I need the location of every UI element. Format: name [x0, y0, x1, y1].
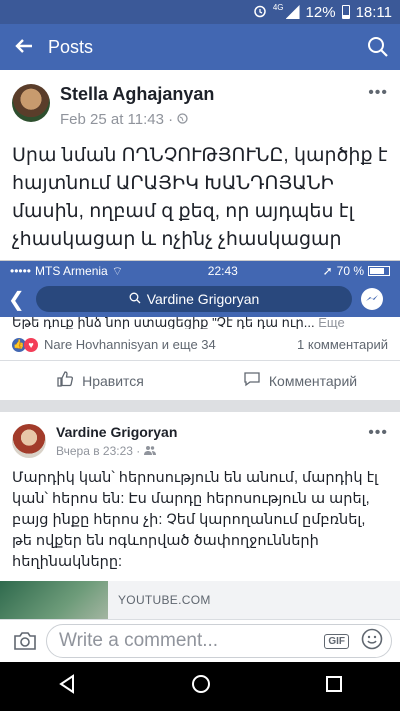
page-title: Posts — [48, 36, 94, 57]
comment-input[interactable]: Write a comment... GIF — [46, 624, 392, 658]
location-icon: ➚ — [322, 264, 333, 278]
post-time-text: Feb 25 at 11:43 — [60, 111, 164, 128]
embedded-like-action: Нравится — [0, 370, 200, 391]
chevron-left-icon: ❮ — [8, 288, 25, 311]
heart-reaction-icon: ♥ — [24, 337, 38, 352]
emoji-icon[interactable] — [361, 628, 383, 655]
embedded-search-text: Vardine Grigoryan — [146, 291, 260, 307]
gif-button[interactable]: GIF — [324, 633, 349, 649]
search-icon — [129, 291, 141, 307]
clock: 18:11 — [355, 3, 392, 21]
embedded-screenshot[interactable]: ••••• MTS Armenia ⌔ 22:43 ➚ 70 % ❮ Vardine … — [0, 260, 400, 619]
lte-indicator: 4G — [272, 2, 284, 12]
embedded-clipped-text: Եթե դուք ինձ նոր ստացեցիք "Չէ դե դա ուր.… — [0, 311, 400, 329]
camera-icon[interactable] — [8, 631, 42, 651]
battery-percent: 12% — [305, 3, 336, 21]
embedded-clip-text: Եթե դուք ինձ նոր ստացեցիք "Չէ դե դա ուր.… — [12, 315, 315, 329]
home-circle-icon[interactable] — [191, 674, 211, 699]
post-author[interactable]: Stella Aghajanyan — [60, 84, 368, 105]
globe-icon — [177, 111, 188, 128]
search-icon[interactable] — [356, 36, 400, 58]
comment-bar: Write a comment... GIF — [0, 619, 400, 662]
signal-dots-icon: ••••• — [10, 264, 32, 278]
arrow-left-icon[interactable] — [0, 34, 48, 60]
avatar[interactable] — [12, 84, 50, 122]
more-options-icon[interactable]: ••• — [368, 84, 388, 102]
embedded-reactions: 👍 ♥ Nare Hovhannisyan и еще 34 1 коммент… — [0, 329, 400, 360]
separator-dot: · — [168, 111, 174, 128]
embedded-comment-action: Комментарий — [200, 370, 400, 391]
embedded-comment-count: 1 комментарий — [297, 337, 388, 352]
feed[interactable]: Stella Aghajanyan Feb 25 at 11:43 · ••• … — [0, 70, 400, 619]
post-card: Stella Aghajanyan Feb 25 at 11:43 · ••• … — [0, 70, 400, 619]
embedded-more-link: Еще — [318, 315, 345, 329]
signal-icon — [285, 5, 300, 19]
back-triangle-icon[interactable] — [57, 674, 77, 699]
embedded-time: 22:43 — [207, 264, 238, 278]
android-nav-bar — [0, 662, 400, 711]
battery-icon — [368, 266, 390, 276]
app-header: Posts — [0, 24, 400, 70]
embedded-post-author: Vardine Grigoryan — [56, 424, 178, 440]
avatar — [12, 424, 46, 458]
embedded-post-card: Vardine Grigoryan Вчера в 23:23 · ••• Մա… — [0, 412, 400, 619]
status-bar: 4G 12% 18:11 — [0, 0, 400, 24]
embedded-battery: 70 % — [336, 264, 364, 278]
alarm-icon — [253, 4, 267, 21]
embedded-reaction-text: Nare Hovhannisyan и еще 34 — [44, 337, 216, 352]
embedded-status-bar: ••••• MTS Armenia ⌔ 22:43 ➚ 70 % — [0, 261, 400, 281]
comment-bubble-icon — [243, 370, 261, 391]
embedded-like-label: Нравится — [82, 372, 144, 389]
friends-icon — [143, 444, 156, 458]
embedded-actions: Нравится Комментарий — [0, 360, 400, 400]
embedded-post-time-text: Вчера в 23:23 · — [56, 444, 141, 458]
recents-square-icon[interactable] — [325, 675, 343, 698]
embedded-comment-label: Комментарий — [268, 372, 358, 389]
link-preview: YOUTUBE.COM — [0, 581, 400, 619]
embedded-post-text: Մարդիկ կան՝ հերոսություն են անում, մարդի… — [12, 470, 378, 570]
wifi-icon: ⌔ — [111, 263, 123, 278]
comment-placeholder: Write a comment... — [59, 630, 219, 651]
embedded-search-pill: Vardine Grigoryan — [36, 286, 352, 312]
post-timestamp: Feb 25 at 11:43 · — [60, 111, 368, 128]
embedded-post-time: Вчера в 23:23 · — [56, 444, 368, 458]
post-text: Սրա նման ՈՂՆՉՈՒԹՅՈՒՆԸ, կարծիք է հայտնում… — [12, 145, 388, 250]
messenger-icon — [352, 287, 392, 311]
thumbs-up-icon — [56, 370, 74, 391]
more-options-icon: ••• — [368, 424, 388, 441]
embedded-carrier: MTS Armenia — [35, 264, 108, 278]
battery-icon — [341, 5, 350, 19]
video-thumbnail — [0, 581, 108, 619]
link-source: YOUTUBE.COM — [118, 593, 211, 607]
